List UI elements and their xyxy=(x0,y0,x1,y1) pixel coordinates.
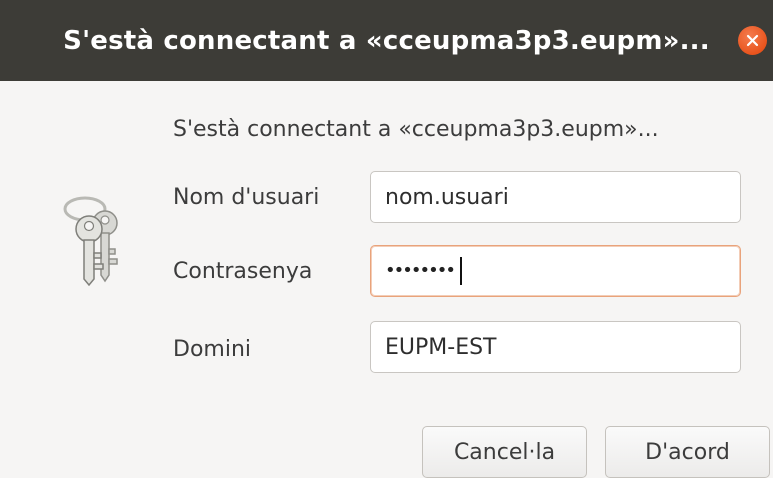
username-field[interactable]: nom.usuari xyxy=(370,171,741,223)
dialog-body: S'està connectant a «cceupma3p3.eupm»...… xyxy=(0,81,773,478)
close-icon xyxy=(746,34,759,47)
text-cursor xyxy=(459,257,462,285)
username-value: nom.usuari xyxy=(385,184,509,210)
domain-field[interactable]: EUPM-EST xyxy=(370,321,741,373)
keys-icon xyxy=(63,196,118,286)
username-label: Nom d'usuari xyxy=(173,185,320,210)
cancel-button[interactable]: Cancel·la xyxy=(422,426,587,478)
ok-button[interactable]: D'acord xyxy=(605,426,770,478)
window-titlebar: S'està connectant a «cceupma3p3.eupm»... xyxy=(0,0,773,81)
password-label: Contrasenya xyxy=(173,259,313,284)
dialog-message: S'està connectant a «cceupma3p3.eupm»... xyxy=(173,117,659,142)
password-masked-value: •••••••• xyxy=(385,260,456,281)
domain-label: Domini xyxy=(173,337,251,362)
close-button[interactable] xyxy=(738,26,767,55)
window-title: S'està connectant a «cceupma3p3.eupm»... xyxy=(63,25,710,56)
domain-value: EUPM-EST xyxy=(385,334,497,360)
password-field[interactable]: •••••••• xyxy=(370,245,741,297)
